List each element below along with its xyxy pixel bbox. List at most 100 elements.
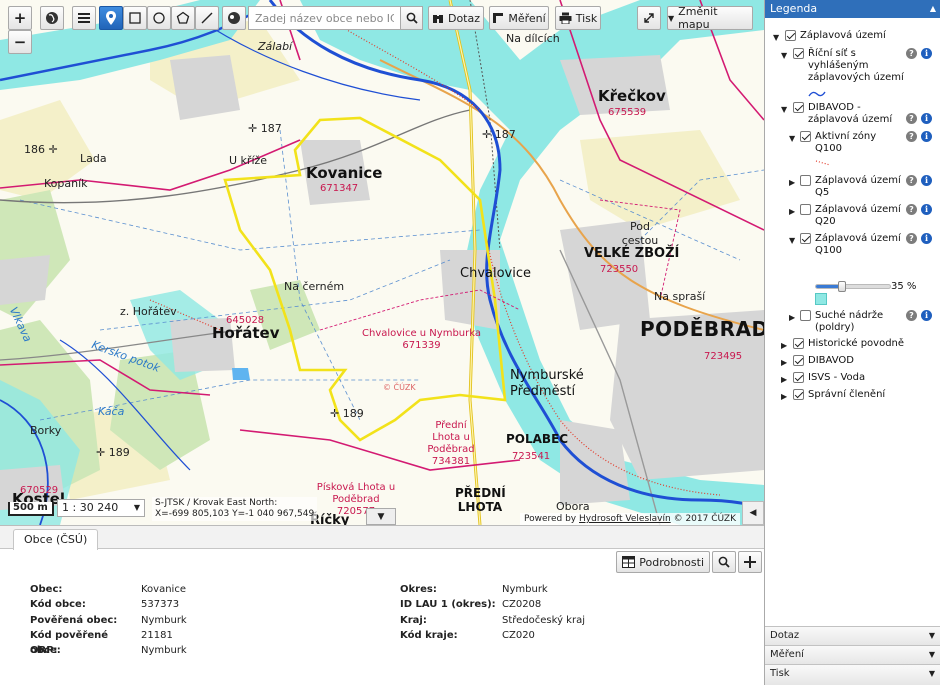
- polygon-icon: [176, 11, 190, 24]
- attribute-value: CZ020: [502, 629, 535, 641]
- legend-item-zaplavova-uzemi[interactable]: ▼ Záplavová území: [773, 30, 933, 42]
- opacity-slider-handle[interactable]: [837, 281, 846, 292]
- help-icon[interactable]: ?: [906, 48, 917, 59]
- caret-down-icon: ▼: [928, 631, 935, 640]
- help-icon[interactable]: ?: [906, 310, 917, 321]
- opacity-value: 35 %: [891, 281, 917, 292]
- legend-item-q100[interactable]: ▼ Záplavová území Q100 ? i: [789, 233, 936, 257]
- mereni-button[interactable]: Měření: [489, 6, 549, 30]
- results-tabbar: Obce (ČSÚ): [0, 526, 764, 550]
- caret-down-icon: ▼: [377, 511, 385, 522]
- legend-item-q5[interactable]: ▶ Záplavová území Q5 ? i: [789, 175, 936, 199]
- layer-checkbox[interactable]: [793, 389, 804, 400]
- podrobnosti-button[interactable]: Podrobnosti: [616, 551, 710, 573]
- info-icon[interactable]: i: [921, 113, 932, 124]
- legend-item-q20[interactable]: ▶ Záplavová území Q20 ? i: [789, 204, 936, 228]
- legend-item-isvs-voda[interactable]: ▶ ISVS - Voda: [781, 372, 936, 384]
- legend-item-ricni-sit[interactable]: ▼ Říční síť s vyhlášeným záplavových úze…: [781, 48, 936, 88]
- attribute-key: Kraj:: [400, 614, 427, 626]
- attribution-link[interactable]: Hydrosoft Veleslavín: [579, 514, 671, 524]
- legend-item-historicke-povodne[interactable]: ▶ Historické povodně: [781, 338, 936, 350]
- tab-obce[interactable]: Obce (ČSÚ): [13, 529, 99, 550]
- scale-value: 1 : 30 240: [62, 501, 119, 514]
- info-icon[interactable]: i: [921, 131, 932, 142]
- binoculars-icon: [432, 15, 443, 23]
- accordion-tisk[interactable]: Tisk ▼: [765, 664, 940, 685]
- circle-select-button[interactable]: [147, 6, 171, 30]
- accordion-dotaz[interactable]: Dotaz ▼: [765, 626, 940, 645]
- scale-select[interactable]: 1 : 30 240 ▼: [57, 499, 145, 517]
- podrobnosti-label: Podrobnosti: [639, 555, 704, 569]
- expand-down-icon: ▼: [789, 134, 796, 143]
- layer-checkbox[interactable]: [800, 233, 811, 244]
- layer-checkbox[interactable]: [793, 372, 804, 383]
- legend-item-dibavod[interactable]: ▶ DIBAVOD: [781, 355, 936, 367]
- layer-label: Záplavová území: [800, 30, 886, 41]
- layer-checkbox[interactable]: [793, 48, 804, 59]
- help-icon[interactable]: ?: [906, 113, 917, 124]
- polygon-select-button[interactable]: [171, 6, 195, 30]
- layer-checkbox[interactable]: [785, 30, 796, 41]
- map-canvas[interactable]: [0, 0, 764, 525]
- search-input[interactable]: [249, 7, 400, 29]
- zoom-out-button[interactable]: −: [8, 30, 32, 54]
- layer-checkbox[interactable]: [793, 102, 804, 113]
- caret-down-icon: ▼: [668, 13, 675, 23]
- line-select-button[interactable]: [195, 6, 219, 30]
- caret-down-icon: ▼: [133, 503, 140, 512]
- info-icon[interactable]: i: [921, 233, 932, 244]
- legend-item-suche-nadrze[interactable]: ▶ Suché nádrže (poldry) ? i: [789, 310, 936, 334]
- accordion-mereni[interactable]: Měření ▼: [765, 645, 940, 664]
- layer-checkbox[interactable]: [793, 338, 804, 349]
- rectangle-select-button[interactable]: [123, 6, 147, 30]
- attribute-key: ORP:: [30, 645, 58, 657]
- layer-label: Suché nádrže (poldry): [815, 310, 884, 333]
- menu-icon: [78, 13, 90, 23]
- map-marker-icon: [106, 11, 116, 25]
- help-icon[interactable]: ?: [906, 175, 917, 186]
- layer-checkbox[interactable]: [800, 204, 811, 215]
- help-icon[interactable]: ?: [906, 233, 917, 244]
- attribute-key: Pověřená obec:: [30, 614, 118, 626]
- opacity-slider[interactable]: [815, 281, 891, 292]
- layer-checkbox[interactable]: [800, 175, 811, 186]
- zoom-to-feature-button[interactable]: [712, 551, 736, 573]
- legend-header[interactable]: Legenda ▲: [765, 0, 940, 18]
- attribute-key: Kód obce:: [30, 599, 86, 611]
- center-on-feature-button[interactable]: [738, 551, 762, 573]
- legend-item-spravni-cleneni[interactable]: ▶ Správní členění: [781, 389, 936, 401]
- info-icon[interactable]: i: [921, 204, 932, 215]
- accordion-label: Měření: [770, 649, 804, 660]
- zoom-out-label: −: [13, 33, 27, 51]
- tisk-button[interactable]: Tisk: [555, 6, 601, 30]
- help-icon[interactable]: ?: [906, 204, 917, 215]
- attribute-row: Kód kraje: CZ020: [400, 628, 585, 643]
- layer-checkbox[interactable]: [793, 355, 804, 366]
- layer-label: Záplavová území Q20: [815, 204, 901, 227]
- help-icon[interactable]: ?: [906, 131, 917, 142]
- layers-menu-button[interactable]: [72, 6, 96, 30]
- dotaz-button[interactable]: Dotaz: [428, 6, 484, 30]
- change-basemap-button[interactable]: ▼ Změnit mapu: [667, 5, 753, 31]
- expand-down-icon: ▼: [781, 105, 788, 114]
- rectangle-icon: [129, 12, 141, 24]
- collapse-panel-button[interactable]: ▼: [366, 508, 396, 525]
- layer-checkbox[interactable]: [800, 310, 811, 321]
- search-button[interactable]: [400, 7, 422, 29]
- search-icon: [406, 12, 418, 24]
- globe-button[interactable]: [40, 6, 64, 30]
- layer-checkbox[interactable]: [800, 131, 811, 142]
- info-icon[interactable]: i: [921, 175, 932, 186]
- map-view[interactable]: Kovanice 671347 Hořátev 645028 Křečkov 6…: [0, 0, 764, 525]
- buffer-button[interactable]: [222, 6, 246, 30]
- expand-down-icon: ▼: [773, 33, 780, 42]
- overview-toggle-button[interactable]: ◀: [742, 501, 764, 525]
- legend-item-aktivni-zony[interactable]: ▼ Aktivní zóny Q100 ? i: [789, 131, 936, 155]
- info-icon[interactable]: i: [921, 310, 932, 321]
- identify-point-button[interactable]: [99, 6, 123, 30]
- fullscreen-button[interactable]: [637, 6, 661, 30]
- zoom-in-button[interactable]: +: [8, 6, 32, 30]
- legend-item-dibavod-zaplavova[interactable]: ▼ DIBAVOD - záplavová území ? i: [781, 102, 936, 126]
- info-icon[interactable]: i: [921, 48, 932, 59]
- attribution: Powered by Hydrosoft Veleslavín © 2017 Č…: [519, 513, 740, 525]
